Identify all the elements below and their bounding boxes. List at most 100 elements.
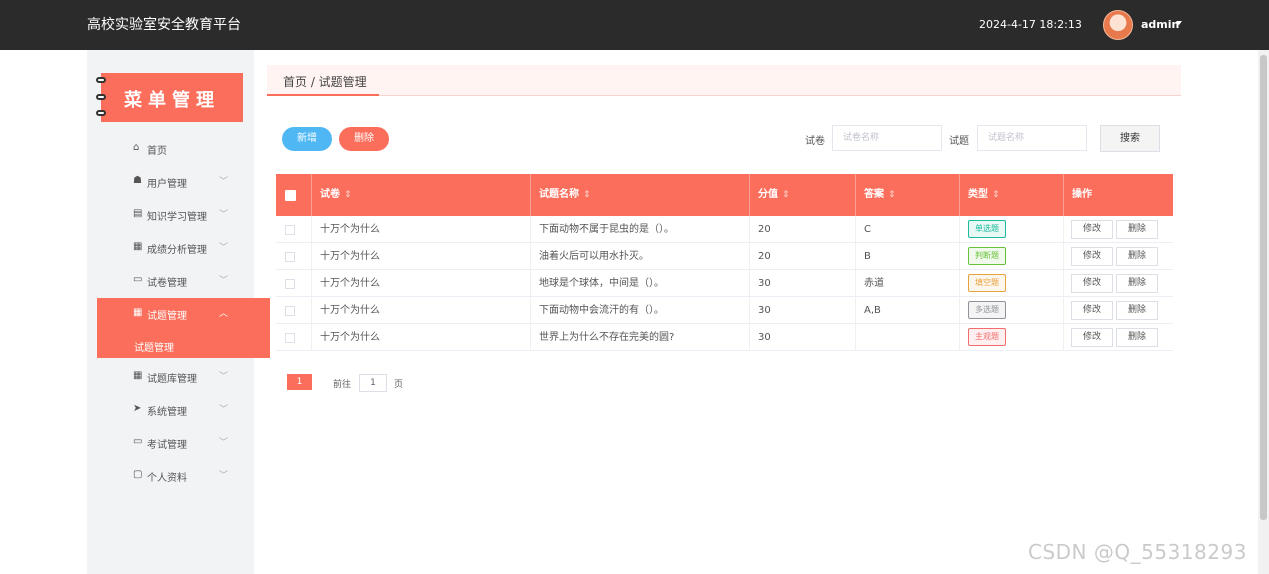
- cell-score: 20: [750, 243, 856, 270]
- breadcrumb-underline: [267, 94, 379, 96]
- table-row[interactable]: 十万个为什么 下面动物不属于昆虫的是（）。 20 C 单选题 修改 删除: [276, 216, 1173, 243]
- row-checkbox[interactable]: [285, 225, 295, 235]
- sort-icon[interactable]: ⇕: [344, 190, 352, 200]
- edit-button[interactable]: 修改: [1071, 247, 1113, 266]
- table-row[interactable]: 十万个为什么 地球是个球体，中间是（）。 30 赤道 填空题 修改 删除: [276, 270, 1173, 297]
- menu-banner: 菜单管理: [96, 73, 243, 122]
- sidebar-item[interactable]: ➤ 系统管理 ﹀: [97, 394, 270, 424]
- row-checkbox[interactable]: [285, 333, 295, 343]
- row-checkbox[interactable]: [285, 306, 295, 316]
- sidebar-item[interactable]: ▦ 试题库管理 ﹀: [97, 361, 270, 391]
- cell-question: 下面动物不属于昆虫的是（）。: [531, 216, 750, 243]
- sort-icon[interactable]: ⇕: [992, 190, 1000, 200]
- current-datetime: 2024-4-17 18:2:13: [979, 18, 1082, 31]
- sidebar-subitem-label: 试题管理: [134, 343, 174, 354]
- sidebar-item[interactable]: ▤ 知识学习管理 ﹀: [97, 199, 270, 229]
- delete-button[interactable]: 删除: [1116, 220, 1158, 239]
- sidebar-item-label: 知识学习管理: [147, 212, 207, 223]
- username-menu[interactable]: admin: [1141, 18, 1179, 31]
- sidebar-item[interactable]: ⌂ 首页: [97, 133, 270, 163]
- caret-down-icon[interactable]: [1176, 21, 1182, 25]
- edit-button[interactable]: 修改: [1071, 274, 1113, 293]
- breadcrumb[interactable]: 首页 / 试题管理: [283, 73, 367, 90]
- binder-ring-icon: [96, 77, 106, 83]
- cell-score: 30: [750, 270, 856, 297]
- breadcrumb-bar: 首页 / 试题管理: [267, 65, 1181, 96]
- cell-actions: 修改 删除: [1064, 297, 1173, 324]
- delete-button[interactable]: 删除: [1116, 301, 1158, 320]
- page-scrollbar-thumb[interactable]: [1260, 55, 1267, 520]
- cell-paper: 十万个为什么: [312, 243, 531, 270]
- sidebar-item-label: 试题管理: [147, 311, 187, 322]
- sort-icon[interactable]: ⇕: [583, 190, 591, 200]
- cell-score: 30: [750, 324, 856, 351]
- sidebar-item[interactable]: ▢ 个人资料 ﹀: [97, 460, 270, 490]
- chevron-down-icon: ﹀: [219, 405, 229, 415]
- delete-button[interactable]: 删除: [1116, 274, 1158, 293]
- pagination-goto-input[interactable]: 1: [359, 374, 387, 392]
- monitor-icon: ▭: [133, 436, 143, 447]
- chevron-down-icon: ﹀: [219, 372, 229, 382]
- home-icon: ⌂: [133, 142, 140, 153]
- select-all-checkbox[interactable]: [285, 190, 296, 201]
- chevron-down-icon: ﹀: [219, 243, 229, 253]
- pagination-page-suffix: 页: [394, 380, 404, 390]
- column-header-answer[interactable]: 答案 ⇕: [856, 174, 960, 216]
- edit-button[interactable]: 修改: [1071, 301, 1113, 320]
- row-checkbox[interactable]: [285, 252, 295, 262]
- sort-icon[interactable]: ⇕: [782, 190, 790, 200]
- cell-type: 多选题: [960, 297, 1064, 324]
- user-avatar[interactable]: [1103, 10, 1133, 40]
- sidebar-item-label: 个人资料: [147, 473, 187, 484]
- paper-search-label: 试卷: [805, 136, 825, 147]
- column-header-label: 类型: [968, 189, 988, 200]
- question-type-tag: 单选题: [968, 220, 1006, 238]
- sidebar-item-label: 首页: [147, 146, 167, 157]
- edit-button[interactable]: 修改: [1071, 220, 1113, 239]
- question-search-input[interactable]: 试题名称: [977, 125, 1087, 151]
- sidebar-subitem-question-management[interactable]: 试题管理: [97, 332, 270, 358]
- cell-question: 下面动物中会流汗的有（）。: [531, 297, 750, 324]
- question-type-tag: 多选题: [968, 301, 1006, 319]
- cell-checkbox: [276, 270, 312, 297]
- grid-icon: ▦: [133, 241, 143, 252]
- table-row[interactable]: 十万个为什么 油着火后可以用水扑灭。 20 B 判断题 修改 删除: [276, 243, 1173, 270]
- table-row[interactable]: 十万个为什么 下面动物中会流汗的有（）。 30 A,B 多选题 修改 删除: [276, 297, 1173, 324]
- cell-answer: A,B: [856, 297, 960, 324]
- delete-button[interactable]: 删除: [1116, 247, 1158, 266]
- batch-delete-button[interactable]: 删除: [339, 127, 389, 151]
- column-header-question[interactable]: 试题名称 ⇕: [531, 174, 750, 216]
- table-row[interactable]: 十万个为什么 世界上为什么不存在完美的圆? 30 主观题 修改 删除: [276, 324, 1173, 351]
- column-header-paper[interactable]: 试卷 ⇕: [312, 174, 531, 216]
- column-header-label: 试题名称: [539, 189, 579, 200]
- column-header-score[interactable]: 分值 ⇕: [750, 174, 856, 216]
- cell-checkbox: [276, 216, 312, 243]
- pagination-current-page[interactable]: 1: [287, 374, 312, 390]
- sidebar-item[interactable]: ▦ 试题管理 ︿: [97, 298, 270, 332]
- cell-type: 判断题: [960, 243, 1064, 270]
- edit-button[interactable]: 修改: [1071, 328, 1113, 347]
- chevron-up-icon: ︿: [219, 309, 229, 319]
- question-search-label: 试题: [949, 136, 969, 147]
- column-header-type[interactable]: 类型 ⇕: [960, 174, 1064, 216]
- chevron-down-icon: ﹀: [219, 276, 229, 286]
- sidebar-item[interactable]: ▭ 试卷管理 ﹀: [97, 265, 270, 295]
- sidebar-item[interactable]: ☗ 用户管理 ﹀: [97, 166, 270, 196]
- cell-paper: 十万个为什么: [312, 297, 531, 324]
- search-button[interactable]: 搜索: [1100, 125, 1160, 152]
- chevron-down-icon: ﹀: [219, 177, 229, 187]
- sidebar-item-label: 成绩分析管理: [147, 245, 207, 256]
- sidebar-item-label: 试题库管理: [147, 374, 197, 385]
- delete-button[interactable]: 删除: [1116, 328, 1158, 347]
- cell-answer: C: [856, 216, 960, 243]
- paper-search-input[interactable]: 试卷名称: [832, 125, 942, 151]
- column-header-label: 分值: [758, 189, 778, 200]
- sort-icon[interactable]: ⇕: [888, 190, 896, 200]
- sidebar-item[interactable]: ▭ 考试管理 ﹀: [97, 427, 270, 457]
- add-button[interactable]: 新增: [282, 127, 332, 151]
- cell-paper: 十万个为什么: [312, 270, 531, 297]
- cell-type: 填空题: [960, 270, 1064, 297]
- sidebar-item-label: 用户管理: [147, 179, 187, 190]
- sidebar-item[interactable]: ▦ 成绩分析管理 ﹀: [97, 232, 270, 262]
- row-checkbox[interactable]: [285, 279, 295, 289]
